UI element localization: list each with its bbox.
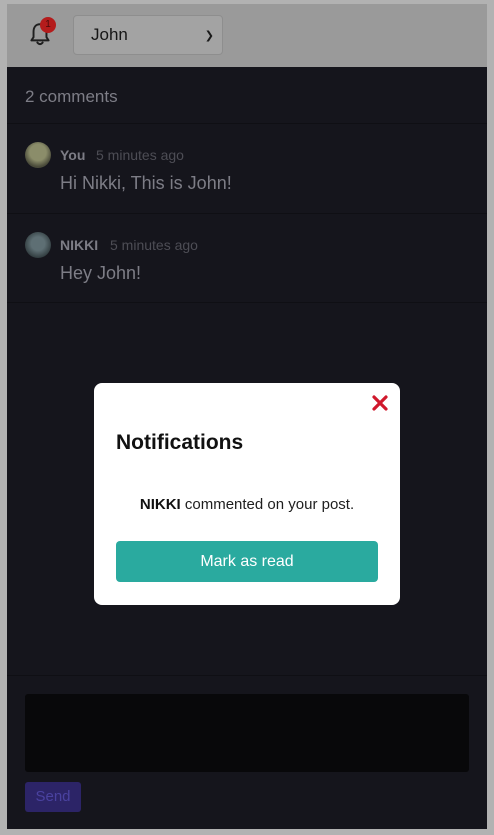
notification-message: NIKKI commented on your post. <box>94 496 400 513</box>
close-button[interactable] <box>371 394 389 412</box>
modal-title: Notifications <box>116 431 244 454</box>
avatar <box>25 142 51 168</box>
comment-count: 2 comments <box>25 87 118 106</box>
divider <box>7 675 487 676</box>
close-icon <box>372 395 388 411</box>
comment-item: You 5 minutes ago Hi Nikki, This is John… <box>25 142 475 202</box>
user-select[interactable]: John ❯ <box>73 15 223 55</box>
comment-author: NIKKI <box>60 237 99 253</box>
chevron-down-icon: ❯ <box>204 29 214 42</box>
send-button[interactable]: Send <box>25 782 81 812</box>
comment-text: Hey John! <box>60 263 142 283</box>
mark-as-read-button[interactable]: Mark as read <box>116 541 378 582</box>
divider <box>7 302 487 303</box>
comment-author: You <box>60 147 86 163</box>
avatar <box>25 232 51 258</box>
notification-count-badge: 1 <box>40 17 56 33</box>
notification-text: commented on your post. <box>184 496 355 513</box>
comment-time: 5 minutes ago <box>96 147 184 163</box>
user-select-value: John <box>91 25 128 44</box>
top-bar: 1 John ❯ <box>7 4 487 67</box>
divider <box>7 213 487 214</box>
comment-item: NIKKI 5 minutes ago Hey John! <box>25 232 475 292</box>
comment-input[interactable] <box>25 694 469 772</box>
notifications-modal: Notifications NIKKI commented on your po… <box>94 383 400 605</box>
comment-text: Hi Nikki, This is John! <box>60 173 232 193</box>
divider <box>7 123 487 124</box>
comment-time: 5 minutes ago <box>110 237 198 253</box>
notification-actor: NIKKI <box>139 496 181 513</box>
